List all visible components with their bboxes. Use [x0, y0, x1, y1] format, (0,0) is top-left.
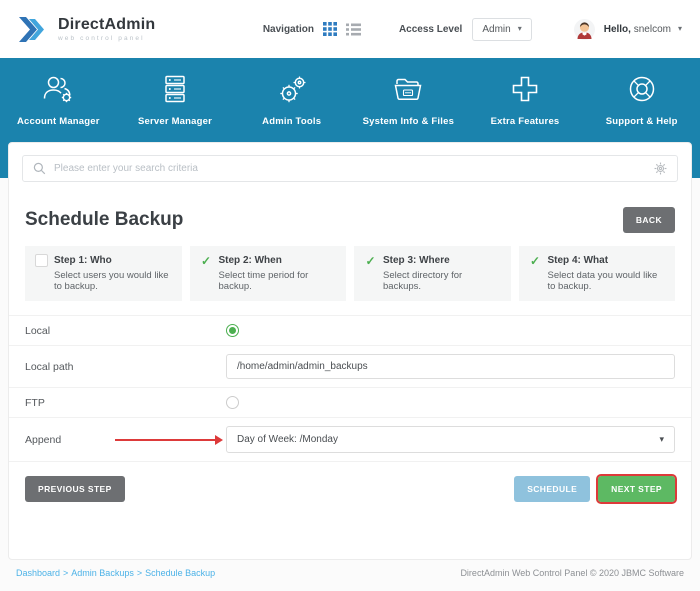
nav-item-label: System Info & Files [363, 116, 454, 127]
content-card: Schedule Backup BACK Step 1: Who Select … [8, 142, 692, 560]
step-item[interactable]: Step 1: Who Select users you would like … [25, 246, 182, 301]
greeting-hello: Hello, [604, 24, 631, 35]
nav-item-label: Server Manager [138, 116, 212, 127]
local-path-input[interactable] [226, 354, 675, 379]
search-settings-gear-icon[interactable] [654, 162, 667, 175]
annotation-arrow [115, 439, 221, 441]
step-check-icon [529, 254, 542, 267]
breadcrumb-dashboard[interactable]: Dashboard [16, 568, 60, 578]
step-title: Step 3: Where [383, 255, 450, 266]
step-title: Step 4: What [548, 255, 609, 266]
breadcrumb-separator: > [63, 568, 68, 578]
access-level-label: Access Level [399, 24, 462, 35]
nav-item-account-manager[interactable]: Account Manager [0, 71, 117, 127]
schedule-button[interactable]: SCHEDULE [514, 476, 590, 502]
local-path-row: Local path [9, 346, 691, 388]
back-button[interactable]: BACK [623, 207, 675, 233]
access-level-control: Access Level Admin ▾ [399, 18, 532, 41]
local-label: Local [25, 325, 226, 337]
logo-subtitle: web control panel [58, 35, 155, 42]
breadcrumb-admin-backups[interactable]: Admin Backups [71, 568, 134, 578]
step-description: Select data you would like to backup. [548, 270, 666, 292]
user-greeting: Hello, snelcom [604, 24, 671, 35]
nav-item-label: Support & Help [606, 116, 678, 127]
navigation-switcher: Navigation [263, 22, 361, 36]
append-selected-value: Day of Week: /Monday [237, 434, 338, 445]
title-row: Schedule Backup BACK [9, 192, 691, 246]
breadcrumb-schedule-backup[interactable]: Schedule Backup [145, 568, 215, 578]
access-level-dropdown[interactable]: Admin ▾ [472, 18, 531, 41]
greeting-username: snelcom [634, 24, 671, 35]
life-ring-icon [624, 71, 660, 107]
avatar [574, 19, 595, 40]
step-item[interactable]: Step 4: What Select data you would like … [519, 246, 676, 301]
nav-item-support-help[interactable]: Support & Help [583, 71, 700, 127]
chevron-down-icon: ▾ [659, 434, 664, 445]
access-level-value: Admin [482, 24, 510, 35]
step-title: Step 2: When [219, 255, 282, 266]
search-box [22, 155, 678, 182]
breadcrumb-separator: > [137, 568, 142, 578]
search-row [9, 143, 691, 192]
footer: Dashboard>Admin Backups>Schedule Backup … [0, 560, 700, 578]
ftp-row: FTP [9, 388, 691, 418]
backup-form: Local Local path FTP Append Day of Week:… [9, 315, 691, 462]
nav-item-admin-tools[interactable]: Admin Tools [233, 71, 350, 127]
local-radio[interactable] [226, 324, 239, 337]
server-stack-icon [157, 71, 193, 107]
step-checkbox-icon [35, 254, 48, 267]
plus-icon [507, 71, 543, 107]
list-view-icon[interactable] [346, 23, 361, 36]
actions-row: PREVIOUS STEP SCHEDULE NEXT STEP [9, 462, 691, 516]
logo-chevrons-icon [18, 16, 50, 43]
page-title: Schedule Backup [25, 209, 183, 231]
grid-view-icon[interactable] [323, 22, 337, 36]
next-step-button[interactable]: NEXT STEP [598, 476, 675, 502]
users-gear-icon [40, 71, 76, 107]
search-icon [33, 162, 46, 175]
append-row: Append Day of Week: /Monday ▾ [9, 418, 691, 462]
ftp-label: FTP [25, 397, 226, 409]
chevron-down-icon: ▾ [678, 25, 682, 33]
breadcrumb: Dashboard>Admin Backups>Schedule Backup [16, 568, 215, 578]
search-input[interactable] [54, 163, 646, 174]
step-item[interactable]: Step 3: Where Select directory for backu… [354, 246, 511, 301]
step-description: Select users you would like to backup. [54, 270, 172, 292]
nav-item-server-manager[interactable]: Server Manager [117, 71, 234, 127]
nav-item-label: Account Manager [17, 116, 100, 127]
step-description: Select directory for backups. [383, 270, 501, 292]
nav-item-extra-features[interactable]: Extra Features [467, 71, 584, 127]
main-nav: Account Manager Server Manager [0, 58, 700, 127]
navigation-label: Navigation [263, 24, 314, 35]
nav-item-system-info-files[interactable]: System Info & Files [350, 71, 467, 127]
steps-row: Step 1: Who Select users you would like … [9, 246, 691, 301]
step-check-icon [200, 254, 213, 267]
logo-text: DirectAdmin web control panel [58, 16, 155, 42]
gears-icon [274, 71, 310, 107]
user-menu[interactable]: Hello, snelcom ▾ [574, 19, 682, 40]
local-row: Local [9, 316, 691, 346]
nav-item-label: Admin Tools [262, 116, 321, 127]
copyright-text: DirectAdmin Web Control Panel © 2020 JBM… [460, 568, 684, 578]
step-title: Step 1: Who [54, 255, 112, 266]
local-path-label: Local path [25, 361, 226, 373]
step-check-icon [364, 254, 377, 267]
previous-step-button[interactable]: PREVIOUS STEP [25, 476, 125, 502]
step-description: Select time period for backup. [219, 270, 337, 292]
top-header: DirectAdmin web control panel Navigation [0, 0, 700, 58]
logo-title: DirectAdmin [58, 16, 155, 34]
step-item[interactable]: Step 2: When Select time period for back… [190, 246, 347, 301]
chevron-down-icon: ▾ [518, 25, 522, 33]
nav-item-label: Extra Features [491, 116, 560, 127]
ftp-radio[interactable] [226, 396, 239, 409]
directadmin-logo[interactable]: DirectAdmin web control panel [18, 16, 155, 43]
append-dropdown[interactable]: Day of Week: /Monday ▾ [226, 426, 675, 453]
folder-icon [390, 71, 426, 107]
